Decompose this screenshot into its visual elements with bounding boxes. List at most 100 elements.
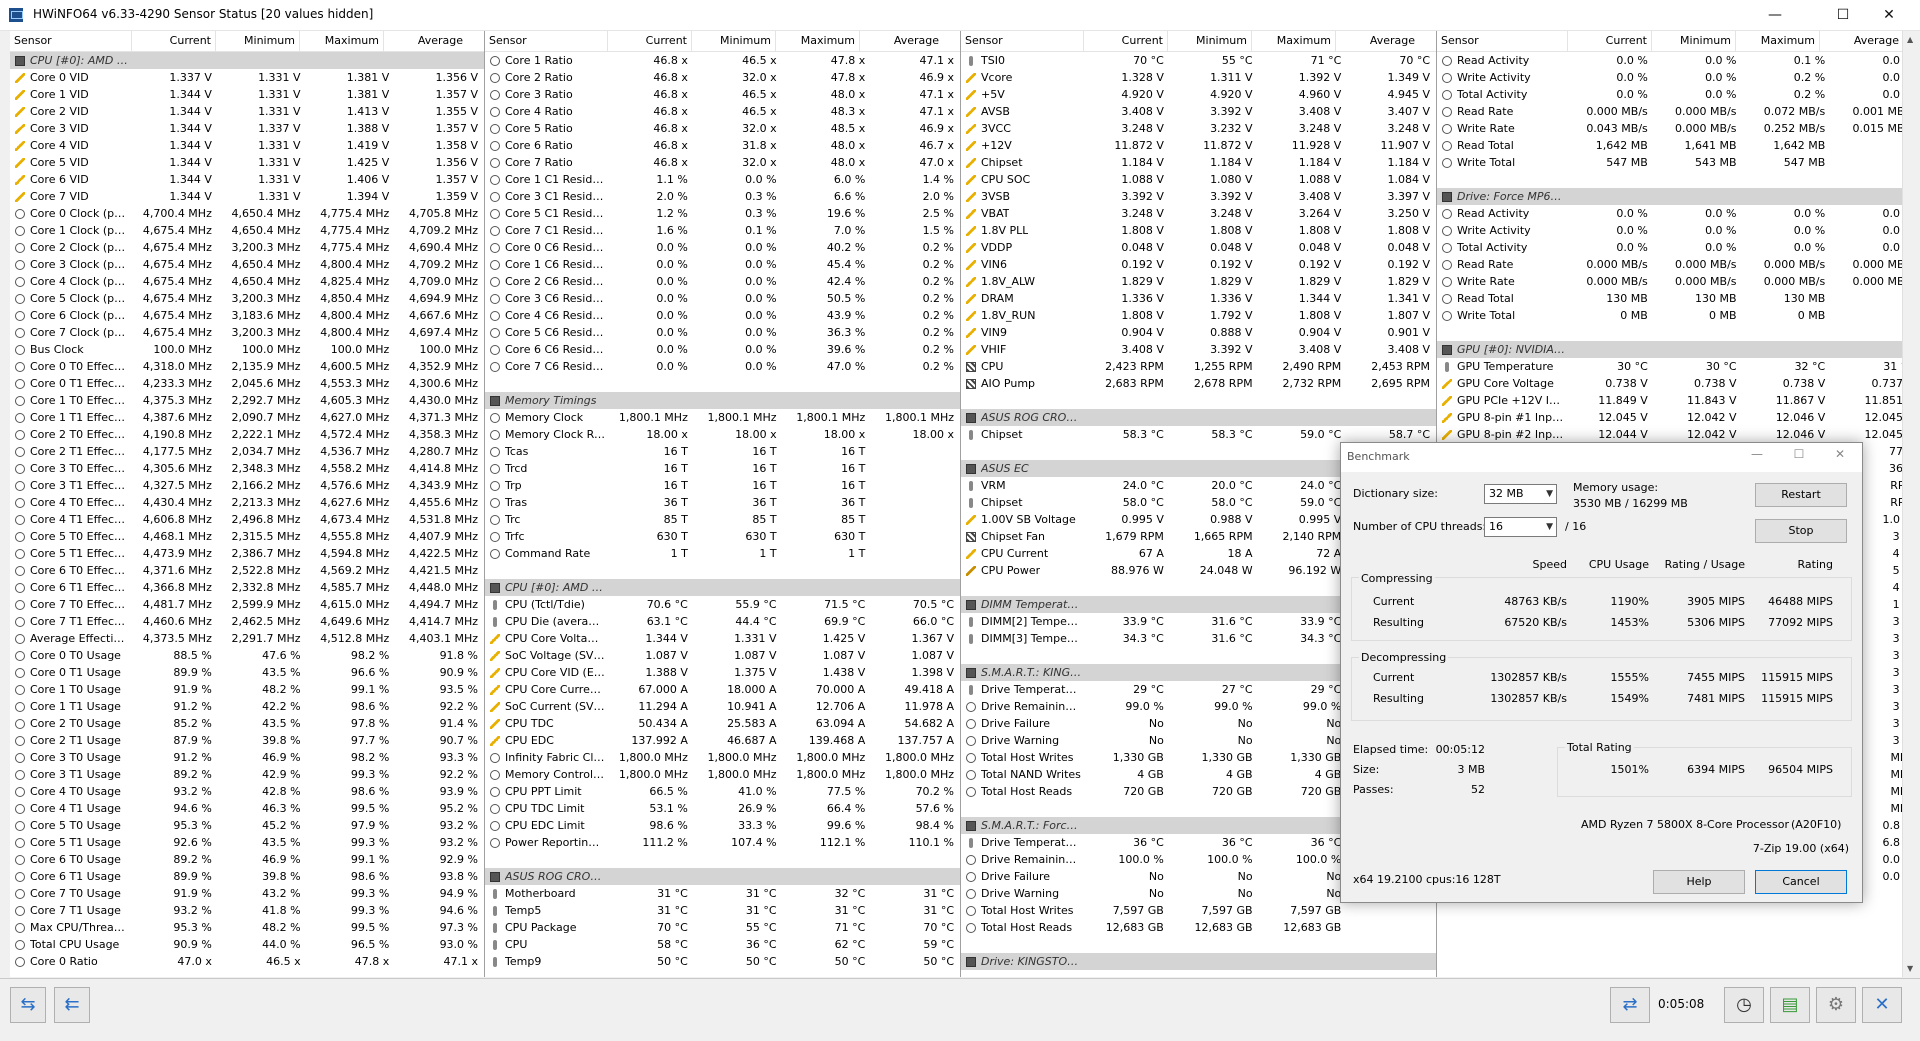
vertical-scrollbar[interactable]: ▲ ▼	[1902, 31, 1920, 977]
sensor-row[interactable]: Memory Clock 1,800.1 MHz 1,800.1 MHz 1,800.…	[485, 409, 960, 426]
sensor-row[interactable]: CPU Package 70 °C 55 °C 71 °C 70 °C	[485, 919, 960, 936]
column-header-current[interactable]: Current	[1567, 31, 1651, 51]
sensor-row[interactable]: Read Rate 0.000 MB/s 0.000 MB/s 0.072 MB/s 0…	[1437, 103, 1920, 120]
sensor-row[interactable]: Core 6 Clock (perf ... 4,675.4 MHz 3,183.6…	[10, 307, 484, 324]
sensor-row[interactable]: Core 0 T1 Usage 89.9 % 43.5 % 96.6 % 90.9 %	[10, 664, 484, 681]
sensor-group-header[interactable]: ASUS ROG CROSSH...	[485, 868, 960, 885]
sensor-row[interactable]: CPU Die (average) 63.1 °C 44.4 °C 69.9 °C 66…	[485, 613, 960, 630]
sensor-row[interactable]: AIO Pump 2,683 RPM 2,678 RPM 2,732 RPM 2,695…	[961, 375, 1436, 392]
sensor-row[interactable]: Core 6 T0 Effective ... 4,371.6 MHz 2,522.…	[10, 562, 484, 579]
sensor-row[interactable]: GPU 8-pin #2 Input... 12.044 V 12.042 V 12.…	[1437, 426, 1920, 443]
column-header-maximum[interactable]: Maximum	[299, 31, 383, 51]
close-sensors-icon[interactable]: ✕	[1862, 987, 1902, 1023]
sensor-row[interactable]: Write Activity 0.0 % 0.0 % 0.2 % 0.0 %	[1437, 69, 1920, 86]
sensor-row[interactable]: Core 3 Ratio 46.8 x 46.5 x 48.0 x 47.1 x	[485, 86, 960, 103]
sensor-row[interactable]: Tras 36 T 36 T 36 T	[485, 494, 960, 511]
sensor-row[interactable]: GPU Core Voltage 0.738 V 0.738 V 0.738 V 0.7…	[1437, 375, 1920, 392]
benchmark-minimize-icon[interactable]: —	[1744, 447, 1770, 461]
column-header-maximum[interactable]: Maximum	[1251, 31, 1335, 51]
sensor-row[interactable]: Core 2 T0 Effective ... 4,190.8 MHz 2,222.…	[10, 426, 484, 443]
sensor-row[interactable]: Memory Controller ... 1,800.0 MHz 1,800.0 …	[485, 766, 960, 783]
sensor-row[interactable]: Core 6 C6 Residency 0.0 % 0.0 % 39.6 % 0.2 %	[485, 341, 960, 358]
sensor-row[interactable]: Core 5 C6 Residency 0.0 % 0.0 % 36.3 % 0.2 %	[485, 324, 960, 341]
sensor-row[interactable]: Core 7 VID 1.344 V 1.331 V 1.394 V 1.359 V	[10, 188, 484, 205]
sensor-row[interactable]: Core 4 T0 Effective ... 4,430.4 MHz 2,213.…	[10, 494, 484, 511]
sensor-row[interactable]: Core 1 C1 Residency 1.1 % 0.0 % 6.0 % 1.4 %	[485, 171, 960, 188]
sensor-row[interactable]: Write Activity 0.0 % 0.0 % 0.0 % 0.0 %	[1437, 222, 1920, 239]
sensor-row[interactable]: Core 1 Clock (perf ... 4,675.4 MHz 4,650.4…	[10, 222, 484, 239]
sensor-row[interactable]: Write Total 0 MB 0 MB 0 MB	[1437, 307, 1920, 324]
sensor-group-header[interactable]: Memory Timings	[485, 392, 960, 409]
column-header-average[interactable]: Average	[1335, 31, 1419, 51]
sensor-row[interactable]: Core 4 T1 Usage 94.6 % 46.3 % 99.5 % 95.2 %	[10, 800, 484, 817]
minimize-button[interactable]: —	[1752, 0, 1798, 30]
sensor-row[interactable]: GPU PCIe +12V Inp... 11.849 V 11.843 V 11.8…	[1437, 392, 1920, 409]
column-header-average[interactable]: Average	[1819, 31, 1903, 51]
column-header-minimum[interactable]: Minimum	[215, 31, 299, 51]
sensor-row[interactable]: Core 4 T1 Effective ... 4,606.8 MHz 2,496.…	[10, 511, 484, 528]
sensor-row[interactable]: Core 4 T0 Usage 93.2 % 42.8 % 98.6 % 93.9 %	[10, 783, 484, 800]
help-button[interactable]: Help	[1653, 870, 1745, 894]
sensor-row[interactable]: Chipset 1.184 V 1.184 V 1.184 V 1.184 V	[961, 154, 1436, 171]
sensor-row[interactable]: Core 7 T0 Usage 91.9 % 43.2 % 99.3 % 94.9 %	[10, 885, 484, 902]
sensor-row[interactable]: Core 3 C6 Residency 0.0 % 0.0 % 50.5 % 0.2 %	[485, 290, 960, 307]
network-icon[interactable]: ⇄	[1610, 987, 1650, 1023]
sensor-row[interactable]: Core 6 VID 1.344 V 1.331 V 1.406 V 1.357 V	[10, 171, 484, 188]
sensor-row[interactable]: CPU 58 °C 36 °C 62 °C 59 °C	[485, 936, 960, 953]
column-header-minimum[interactable]: Minimum	[691, 31, 775, 51]
sensor-row[interactable]: CPU Core Voltage (... 1.344 V 1.331 V 1.425…	[485, 630, 960, 647]
sensor-row[interactable]: CPU (Tctl/Tdie) 70.6 °C 55.9 °C 71.5 °C 70.5…	[485, 596, 960, 613]
scroll-up-icon[interactable]: ▲	[1907, 35, 1913, 44]
column-header-average[interactable]: Average	[859, 31, 943, 51]
sensor-row[interactable]: CPU Core Current (... 67.000 A 18.000 A 70.…	[485, 681, 960, 698]
maximize-button[interactable]: ☐	[1820, 0, 1866, 30]
sensor-row[interactable]: Core 5 T0 Usage 95.3 % 45.2 % 97.9 % 93.2 %	[10, 817, 484, 834]
sensor-row[interactable]: Read Total 1,642 MB 1,641 MB 1,642 MB	[1437, 137, 1920, 154]
sensor-row[interactable]: VIN6 0.192 V 0.192 V 0.192 V 0.192 V	[961, 256, 1436, 273]
scroll-down-icon[interactable]: ▼	[1907, 964, 1913, 973]
sensor-row[interactable]: CPU SOC 1.088 V 1.080 V 1.088 V 1.084 V	[961, 171, 1436, 188]
scroll-left-right-icon[interactable]: ⇆	[10, 987, 46, 1023]
sensor-row[interactable]: 3VSB 3.392 V 3.392 V 3.408 V 3.397 V	[961, 188, 1436, 205]
sensor-row[interactable]: Write Rate 0.043 MB/s 0.000 MB/s 0.252 MB/s…	[1437, 120, 1920, 137]
sensor-row[interactable]: Write Total 547 MB 543 MB 547 MB	[1437, 154, 1920, 171]
sensor-row[interactable]: SoC Voltage (SVI2 ... 1.087 V 1.087 V 1.087…	[485, 647, 960, 664]
sensor-row[interactable]: Motherboard 31 °C 31 °C 32 °C 31 °C	[485, 885, 960, 902]
sensor-row[interactable]: Read Activity 0.0 % 0.0 % 0.0 % 0.0 %	[1437, 205, 1920, 222]
dictionary-size-select[interactable]: 32 MB ▼	[1484, 484, 1557, 504]
sensor-row[interactable]: Core 0 T1 Effective ... 4,233.3 MHz 2,045.…	[10, 375, 484, 392]
sensor-row[interactable]: Core 1 T0 Effective ... 4,375.3 MHz 2,292.…	[10, 392, 484, 409]
sensor-group-header[interactable]: Drive: Force MP600...	[1437, 188, 1920, 205]
sensor-row[interactable]: Max CPU/Thread U... 95.3 % 48.2 % 99.5 % 97.…	[10, 919, 484, 936]
sensor-row[interactable]: Chipset 58.3 °C 58.3 °C 59.0 °C 58.7 °C	[961, 426, 1436, 443]
column-header-average[interactable]: Average	[383, 31, 467, 51]
sensor-row[interactable]: Core 2 T1 Usage 87.9 % 39.8 % 97.7 % 90.7 %	[10, 732, 484, 749]
sensor-row[interactable]: Total CPU Usage 90.9 % 44.0 % 96.5 % 93.0 %	[10, 936, 484, 953]
sensor-row[interactable]: Core 3 T1 Effective ... 4,327.5 MHz 2,166.…	[10, 477, 484, 494]
sensor-row[interactable]: 1.8V PLL 1.808 V 1.808 V 1.808 V 1.808 V	[961, 222, 1436, 239]
sensor-group-header[interactable]: GPU [#0]: NVIDIA ...	[1437, 341, 1920, 358]
sensor-row[interactable]: 3VCC 3.248 V 3.232 V 3.248 V 3.248 V	[961, 120, 1436, 137]
sensor-row[interactable]: Trcd 16 T 16 T 16 T	[485, 460, 960, 477]
collapse-panels-icon[interactable]: ⇇	[54, 987, 90, 1023]
stop-button[interactable]: Stop	[1755, 519, 1847, 543]
column-header-sensor[interactable]: Sensor	[1437, 31, 1567, 51]
sensor-row[interactable]: Core 3 T0 Usage 91.2 % 46.9 % 98.2 % 93.3 %	[10, 749, 484, 766]
sensor-row[interactable]: Total Activity 0.0 % 0.0 % 0.2 % 0.0 %	[1437, 86, 1920, 103]
sensor-row[interactable]: Temp5 31 °C 31 °C 31 °C 31 °C	[485, 902, 960, 919]
sensor-row[interactable]: TSI0 70 °C 55 °C 71 °C 70 °C	[961, 52, 1436, 69]
column-header-minimum[interactable]: Minimum	[1651, 31, 1735, 51]
sensor-row[interactable]: Core 5 T1 Usage 92.6 % 43.5 % 99.3 % 93.2 %	[10, 834, 484, 851]
sensor-row[interactable]: CPU TDC Limit 53.1 % 26.9 % 66.4 % 57.6 %	[485, 800, 960, 817]
column-header-current[interactable]: Current	[1083, 31, 1167, 51]
sensor-row[interactable]: GPU Temperature 30 °C 30 °C 32 °C 31 °C	[1437, 358, 1920, 375]
sensor-row[interactable]: Core 2 T0 Usage 85.2 % 43.5 % 97.8 % 91.4 %	[10, 715, 484, 732]
sensor-row[interactable]: Vcore 1.328 V 1.311 V 1.392 V 1.349 V	[961, 69, 1436, 86]
sensor-group-header[interactable]: CPU [#0]: AMD Ryz...	[485, 579, 960, 596]
sensor-row[interactable]: Core 0 C6 Residency 0.0 % 0.0 % 40.2 % 0.2 %	[485, 239, 960, 256]
column-header-current[interactable]: Current	[131, 31, 215, 51]
sensor-row[interactable]: Core 7 C1 Residency 1.6 % 0.1 % 7.0 % 1.5 %	[485, 222, 960, 239]
sensor-row[interactable]: CPU Core VID (Effe... 1.388 V 1.375 V 1.438…	[485, 664, 960, 681]
sensor-row[interactable]: Temp9 50 °C 50 °C 50 °C 50 °C	[485, 953, 960, 970]
sensor-row[interactable]: Core 1 T1 Effective ... 4,387.6 MHz 2,090.…	[10, 409, 484, 426]
